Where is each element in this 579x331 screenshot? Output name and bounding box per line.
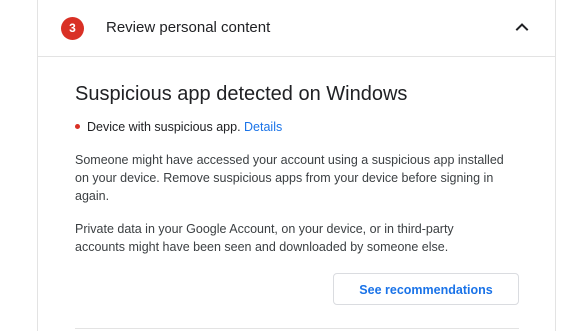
alert-title: Suspicious app detected on Windows <box>75 83 408 105</box>
section-content: Suspicious app detected on Windows Devic… <box>38 57 555 331</box>
alert-paragraph-2: Private data in your Google Account, on … <box>75 222 454 254</box>
review-panel: 3 Review personal content Suspicious app… <box>37 0 556 331</box>
device-line: Device with suspicious app. Details <box>75 119 282 135</box>
section-title: Review personal content <box>106 19 271 36</box>
see-recommendations-button[interactable]: See recommendations <box>333 273 519 305</box>
page: 3 Review personal content Suspicious app… <box>0 0 579 331</box>
chevron-up-icon[interactable] <box>512 17 532 37</box>
alert-paragraph-1: Someone might have accessed your account… <box>75 153 504 203</box>
step-badge: 3 <box>61 17 84 40</box>
details-link[interactable]: Details <box>244 120 282 134</box>
device-label: Device with suspicious app. <box>87 120 241 134</box>
red-dot-icon <box>75 124 80 130</box>
divider <box>75 328 519 329</box>
section-header[interactable]: 3 Review personal content <box>38 0 555 57</box>
